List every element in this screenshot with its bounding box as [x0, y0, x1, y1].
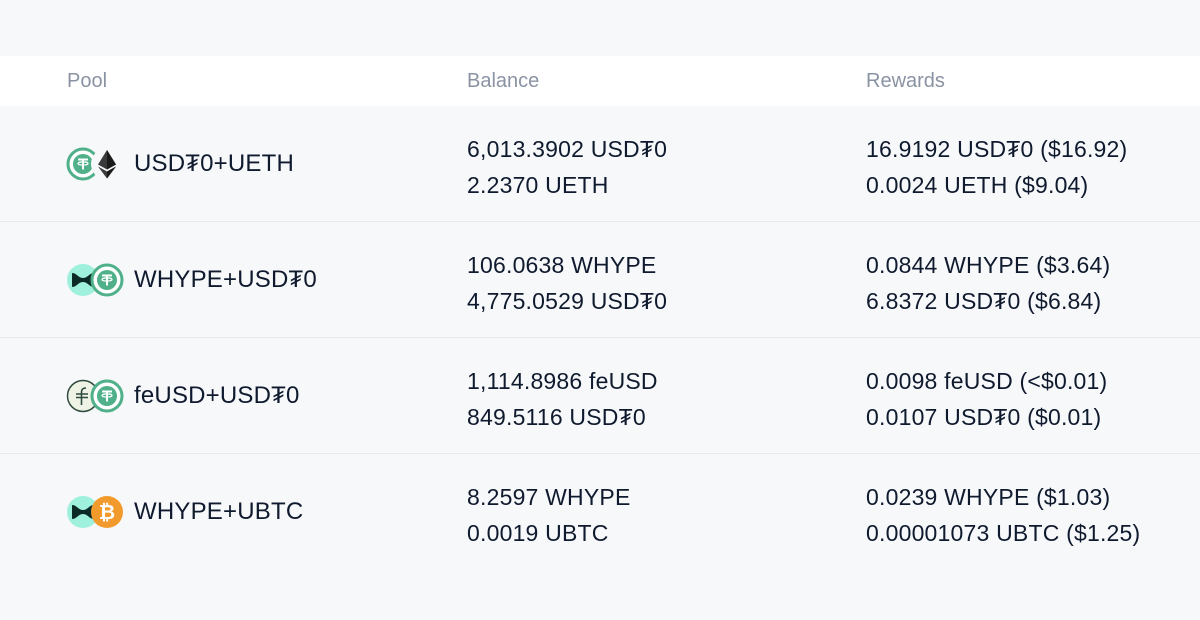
rewards-cell: 0.0098 feUSD (<$0.01) 0.0107 USD₮0 ($0.0…	[866, 363, 1107, 435]
btc-icon: ₿	[90, 495, 124, 529]
pool-cell: ₿ WHYPE+UBTC	[66, 454, 303, 569]
reward-amount: 0.0024 UETH ($9.04)	[866, 172, 1089, 198]
table-header: Pool Balance Rewards	[0, 56, 1200, 106]
pool-name: WHYPE+USD₮0	[134, 265, 317, 293]
pool-icons: ₿	[66, 493, 126, 531]
reward-amount: 16.9192 USD₮0 ($16.92)	[866, 136, 1128, 162]
balance-amount: 106.0638 WHYPE	[467, 252, 657, 278]
positions-table: Pool Balance Rewards USD₮0+UETH 6,013.39…	[0, 56, 1200, 600]
pool-cell: feUSD+USD₮0	[66, 338, 300, 453]
table-row[interactable]: feUSD+USD₮0 1,114.8986 feUSD 849.5116 US…	[0, 338, 1200, 454]
pool-icons	[66, 145, 126, 183]
balance-amount: 849.5116 USD₮0	[467, 404, 646, 430]
table-row[interactable]: WHYPE+USD₮0 106.0638 WHYPE 4,775.0529 US…	[0, 222, 1200, 338]
reward-amount: 0.00001073 UBTC ($1.25)	[866, 520, 1141, 546]
reward-amount: 0.0844 WHYPE ($3.64)	[866, 252, 1111, 278]
rewards-cell: 0.0844 WHYPE ($3.64) 6.8372 USD₮0 ($6.84…	[866, 247, 1110, 319]
balance-cell: 1,114.8986 feUSD 849.5116 USD₮0	[467, 363, 658, 435]
svg-text:₿: ₿	[99, 500, 115, 524]
pool-name: USD₮0+UETH	[134, 149, 295, 177]
pool-name: feUSD+USD₮0	[134, 381, 300, 409]
reward-amount: 0.0098 feUSD (<$0.01)	[866, 368, 1108, 394]
table-row[interactable]: USD₮0+UETH 6,013.3902 USD₮0 2.2370 UETH …	[0, 106, 1200, 222]
pool-name: WHYPE+UBTC	[134, 497, 304, 525]
eth-icon	[90, 147, 124, 181]
usdt0-icon	[90, 263, 124, 297]
pool-cell: WHYPE+USD₮0	[66, 222, 317, 337]
balance-amount: 2.2370 UETH	[467, 172, 609, 198]
reward-amount: 0.0239 WHYPE ($1.03)	[866, 484, 1111, 510]
header-rewards: Rewards	[866, 70, 945, 92]
rewards-cell: 0.0239 WHYPE ($1.03) 0.00001073 UBTC ($1…	[866, 479, 1140, 551]
reward-amount: 0.0107 USD₮0 ($0.01)	[866, 404, 1102, 430]
balance-amount: 6,013.3902 USD₮0	[467, 136, 668, 162]
rewards-cell: 16.9192 USD₮0 ($16.92) 0.0024 UETH ($9.0…	[866, 131, 1127, 203]
balance-amount: 1,114.8986 feUSD	[467, 368, 658, 394]
pool-cell: USD₮0+UETH	[66, 106, 294, 221]
balance-cell: 8.2597 WHYPE 0.0019 UBTC	[467, 479, 630, 551]
pool-icons	[66, 377, 126, 415]
header-pool: Pool	[67, 70, 108, 92]
balance-amount: 8.2597 WHYPE	[467, 484, 631, 510]
balance-amount: 4,775.0529 USD₮0	[467, 288, 668, 314]
header-balance: Balance	[467, 70, 540, 92]
balance-amount: 0.0019 UBTC	[467, 520, 609, 546]
table-row[interactable]: ₿ WHYPE+UBTC 8.2597 WHYPE 0.0019 UBTC 0.…	[0, 454, 1200, 569]
reward-amount: 6.8372 USD₮0 ($6.84)	[866, 288, 1102, 314]
balance-cell: 106.0638 WHYPE 4,775.0529 USD₮0	[467, 247, 667, 319]
usdt0-icon	[90, 379, 124, 413]
pool-icons	[66, 261, 126, 299]
balance-cell: 6,013.3902 USD₮0 2.2370 UETH	[467, 131, 667, 203]
